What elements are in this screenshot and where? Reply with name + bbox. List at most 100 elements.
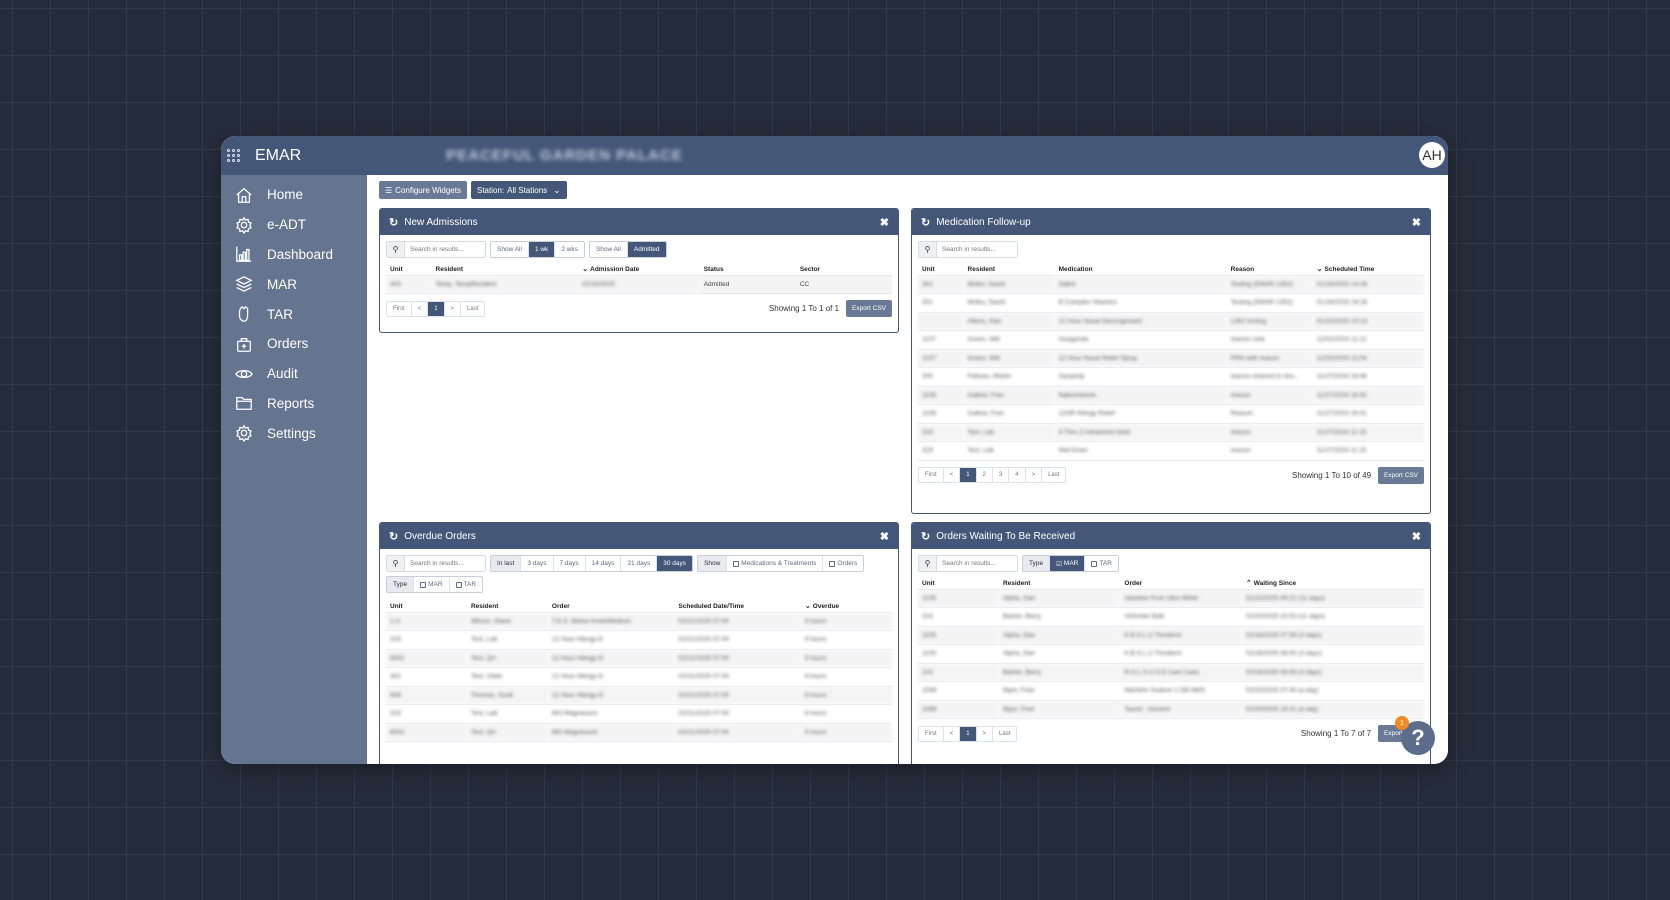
checkbox-medications-treatments[interactable]: Medications & Treatments <box>727 556 824 571</box>
page-1[interactable]: 1 <box>960 726 977 741</box>
page-next[interactable]: > <box>1026 468 1043 482</box>
sidebar-item-tar[interactable]: TAR <box>221 299 367 329</box>
table-row[interactable]: 301 Molko, David B Complex Vitamins Testing… <box>918 293 1424 313</box>
page-1[interactable]: 1 <box>428 301 445 316</box>
column-header-sorted[interactable]: ⌄ Admission Date <box>578 258 700 276</box>
search-input[interactable] <box>405 242 485 257</box>
table-row[interactable]: 1105 Alpha, Dan K.B.S.L.U Tinoderm 02/18/20… <box>918 626 1424 645</box>
page-last[interactable]: Last <box>993 727 1016 741</box>
table-row[interactable]: 1105 Alpha, Dan Vaseline Pure Ultra White 0… <box>918 589 1424 608</box>
page-first[interactable]: First <box>387 301 412 316</box>
export-csv-button[interactable]: Export CSV <box>1378 466 1424 484</box>
filter-3-days[interactable]: 3 days <box>521 556 554 571</box>
column-header[interactable]: Resident <box>998 572 1121 590</box>
table-row[interactable]: 319 Test, Lab Wal-Dram reason 11/27/2024 11:… <box>918 441 1424 461</box>
sidebar-item-home[interactable]: Home <box>221 180 367 210</box>
column-header[interactable]: Resident <box>431 258 579 276</box>
close-icon[interactable]: ✖ <box>1412 216 1421 229</box>
column-header[interactable]: Sector <box>795 258 892 276</box>
sidebar-item-orders[interactable]: Orders <box>221 329 367 359</box>
sidebar-item-eadt[interactable]: e-ADT <box>221 210 367 240</box>
refresh-icon[interactable]: ↻ <box>389 530 398 543</box>
search-input[interactable] <box>937 242 1017 257</box>
close-icon[interactable]: ✖ <box>880 216 889 229</box>
filter-2-wks[interactable]: 2 wks <box>555 242 584 257</box>
table-row[interactable]: 223 Barker, Barry Vohmiter Balk 02/10/2025 … <box>918 607 1424 627</box>
table-row[interactable]: 1107 Green, Will 12 Hour Nasal Relief Spra… <box>918 349 1424 368</box>
user-avatar[interactable]: AH <box>1419 142 1445 168</box>
page-next[interactable]: > <box>445 301 462 316</box>
checkbox-orders[interactable]: Orders <box>823 556 863 571</box>
column-header-sorted[interactable]: ⌄ Scheduled Time <box>1312 258 1424 276</box>
table-row[interactable]: 6002 Test, QA MO Magnesium 02/21/2025 07:00… <box>386 723 892 742</box>
filter-14-days[interactable]: 14 days <box>586 556 622 571</box>
refresh-icon[interactable]: ↻ <box>921 216 930 229</box>
sidebar-item-reports[interactable]: Reports <box>221 389 367 419</box>
checkbox-mar-checked[interactable]: ☑ MAR <box>1050 556 1086 571</box>
page-last[interactable]: Last <box>1042 468 1065 482</box>
checkbox-mar[interactable]: MAR <box>414 577 450 592</box>
table-row[interactable]: 1058 Myer, Fred Warfarin Sodium 1 DB NMS 02… <box>918 681 1424 701</box>
page-first[interactable]: First <box>919 726 944 741</box>
table-row[interactable]: 319 Test, Lab A Thru Z Advanced Adult reaso… <box>918 423 1424 442</box>
checkbox-tar[interactable]: TAR <box>1085 556 1118 571</box>
column-header[interactable]: Unit <box>918 572 999 590</box>
sidebar-item-mar[interactable]: MAR <box>221 269 367 299</box>
filter-30-days[interactable]: 30 days <box>657 556 692 571</box>
column-header[interactable]: Reason <box>1226 258 1313 276</box>
filter-show-all[interactable]: Show All <box>491 242 529 257</box>
filter-21-days[interactable]: 21 days <box>621 556 658 571</box>
table-row[interactable]: 1058 Myer, Fred Taurid - Generic 02/20/2025… <box>918 700 1424 719</box>
page-1[interactable]: 1 <box>960 468 977 482</box>
page-first[interactable]: First <box>919 468 944 482</box>
column-header-sorted[interactable]: ⌄ Overdue <box>800 595 892 613</box>
close-icon[interactable]: ✖ <box>1412 530 1421 543</box>
column-header-sorted[interactable]: ⌃ Waiting Since <box>1241 572 1424 590</box>
column-header[interactable]: Order <box>1120 572 1242 590</box>
table-row[interactable]: 6002 Test, QA 12 Hour Allergy-D 02/21/2025 … <box>386 649 892 668</box>
checkbox-tar[interactable]: TAR <box>450 577 483 592</box>
filter-status-show-all[interactable]: Show All <box>590 242 628 257</box>
search-input[interactable] <box>405 556 485 571</box>
column-header[interactable]: Unit <box>386 258 432 276</box>
table-row[interactable]: 319 Test, Lab MO Magnesium 02/21/2025 07:00… <box>386 704 892 724</box>
station-dropdown[interactable]: Station: All Stations ⌄ <box>470 181 567 199</box>
table-row[interactable]: 301 Molko, David Sabril Testing (EMAR-1352)… <box>918 275 1424 294</box>
table-row[interactable]: 908 Thomas, Scott 12 Hour Allergy-D 02/21/2… <box>386 686 892 705</box>
sidebar-item-settings[interactable]: Settings <box>221 418 367 448</box>
help-button[interactable]: ? 1 <box>1395 716 1435 755</box>
table-row[interactable]: 223 Barker, Barry R.G.L.S.U.S.E Care Case 0… <box>918 663 1424 682</box>
page-next[interactable]: > <box>977 726 994 741</box>
table-row[interactable]: 200 Fellows, Martin Gynjardy reason entered… <box>918 367 1424 387</box>
column-header[interactable]: Status <box>699 258 796 276</box>
page-4[interactable]: 4 <box>1009 468 1026 482</box>
filter-1-wk[interactable]: 1 wk <box>528 242 556 257</box>
column-header[interactable]: Unit <box>918 258 964 276</box>
page-2[interactable]: 2 <box>977 468 993 482</box>
column-header[interactable]: Order <box>547 595 675 613</box>
refresh-icon[interactable]: ↻ <box>389 216 398 229</box>
sidebar-item-dashboard[interactable]: Dashboard <box>221 240 367 270</box>
table-row[interactable]: 1106 Gallow, Fran 12HR Allergy Relief Reaso… <box>918 404 1424 424</box>
table-row[interactable]: 1106 Gallow, Fran Nabumetone reason 11/27/20… <box>918 386 1424 405</box>
page-prev[interactable]: < <box>412 301 429 316</box>
column-header[interactable]: Medication <box>1054 258 1227 276</box>
table-row[interactable]: 319 Test, Lab 12 Hour Allergy-D 02/21/2025 … <box>386 630 892 650</box>
table-row[interactable]: 303 Temp, TempResident 02/15/2025 Admitt… <box>386 275 892 294</box>
export-csv-button[interactable]: Export CSV <box>846 300 892 317</box>
column-header[interactable]: Scheduled Date/Time <box>674 595 801 613</box>
table-row[interactable]: 1-A Wilson, Diane T.E.D. Below Knee/Medium… <box>386 612 892 631</box>
table-row[interactable]: 1107 Green, Will Hseganda reason note 12/02/… <box>918 330 1424 350</box>
refresh-icon[interactable]: ↻ <box>921 530 930 543</box>
table-row[interactable]: 1105 Alpha, Dan K.B.S.L.U Tinoderm 02/18/20… <box>918 644 1424 664</box>
filter-admitted[interactable]: Admitted <box>627 242 666 257</box>
page-last[interactable]: Last <box>461 302 484 316</box>
page-prev[interactable]: < <box>944 468 961 482</box>
sidebar-item-audit[interactable]: Audit <box>221 359 367 389</box>
search-input[interactable] <box>937 556 1017 571</box>
column-header[interactable]: Unit <box>386 595 467 613</box>
table-row[interactable]: 302 Test, Vitals 12 Hour Allergy-D 02/21/20… <box>386 667 892 687</box>
table-row[interactable]: Allens, Alan 12 Hour Nasal Decongestant 13… <box>918 312 1424 331</box>
app-launcher-icon[interactable] <box>227 148 241 163</box>
column-header[interactable]: Resident <box>466 595 548 613</box>
